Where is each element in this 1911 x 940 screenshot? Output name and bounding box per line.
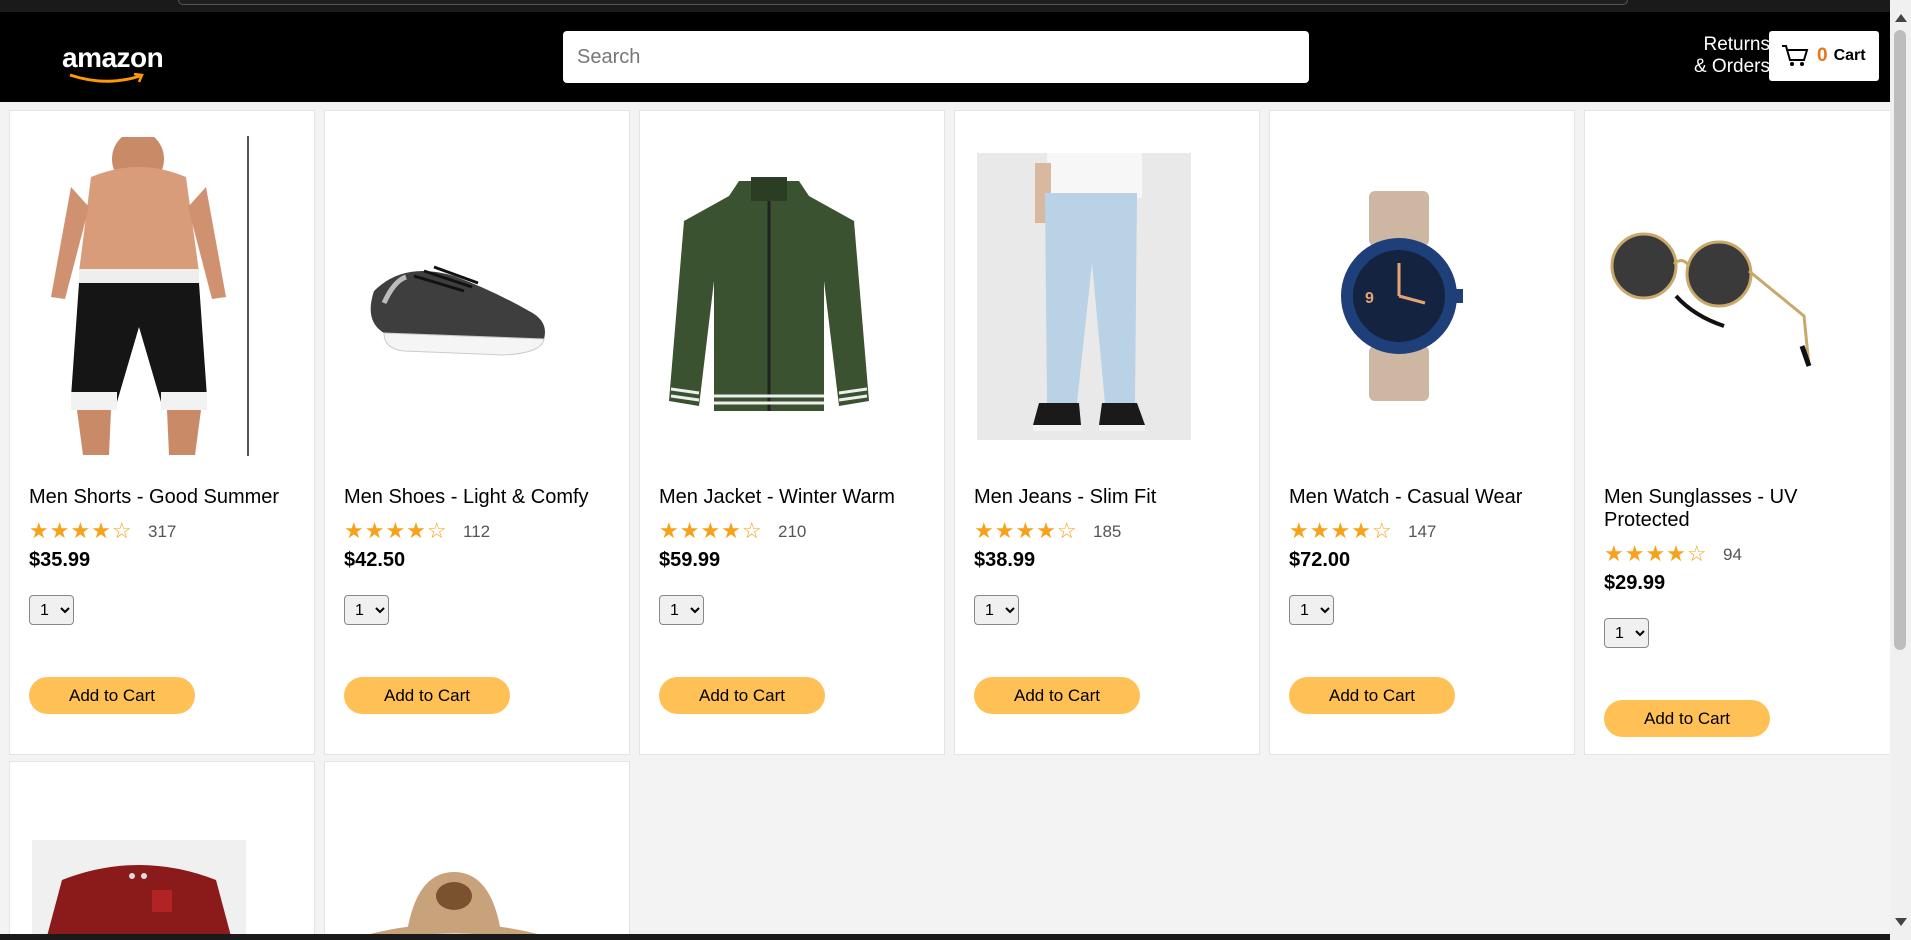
rating-count[interactable]: 317 <box>148 522 176 542</box>
quantity-select[interactable]: 1 <box>659 595 704 625</box>
add-to-cart-button[interactable]: Add to Cart <box>1604 700 1770 737</box>
vertical-scrollbar[interactable] <box>1890 0 1911 940</box>
product-card: Men Sunglasses - UV Protected ★★★★☆ 94 $… <box>1584 110 1891 755</box>
rating-count[interactable]: 94 <box>1723 545 1742 565</box>
quantity-select[interactable]: 1 <box>29 595 74 625</box>
top-scrollbar[interactable] <box>0 0 1911 12</box>
product-price: $38.99 <box>974 549 1036 571</box>
hat-image[interactable] <box>344 862 564 940</box>
product-name[interactable]: Men Watch - Casual Wear <box>1289 486 1559 509</box>
watch-image[interactable]: 9 <box>1289 136 1509 456</box>
add-to-cart-button[interactable]: Add to Cart <box>659 677 825 714</box>
quantity-select[interactable]: 1 <box>974 595 1019 625</box>
rating-count[interactable]: 185 <box>1093 522 1121 542</box>
shirt-image[interactable] <box>29 840 249 940</box>
product-name[interactable]: Men Shoes - Light & Comfy <box>344 486 614 509</box>
product-card: Men Shorts - Good Summer ★★★★☆ 317 $35.9… <box>9 110 315 755</box>
add-to-cart-button[interactable]: Add to Cart <box>974 677 1140 714</box>
shorts-image[interactable] <box>29 136 249 456</box>
quantity-select[interactable]: 1 <box>1289 595 1334 625</box>
jacket-image[interactable] <box>659 136 879 456</box>
product-name[interactable]: Men Jeans - Slim Fit <box>974 486 1244 509</box>
scroll-thumb[interactable] <box>1894 30 1906 650</box>
add-to-cart-button[interactable]: Add to Cart <box>344 677 510 714</box>
top-scrollbar-thumb[interactable] <box>178 0 1628 5</box>
add-to-cart-button[interactable]: Add to Cart <box>1289 677 1455 714</box>
product-price: $59.99 <box>659 549 721 571</box>
product-name[interactable]: Men Shorts - Good Summer <box>29 486 299 509</box>
product-card: Men Jacket - Winter Warm ★★★★☆ 210 $59.9… <box>639 110 945 755</box>
cart-label: Cart <box>1833 47 1866 64</box>
browser-window: amazon Returns & Orders 0 Cart <box>0 0 1911 940</box>
scroll-down-icon[interactable] <box>1895 918 1907 926</box>
quantity-select[interactable]: 1 <box>344 595 389 625</box>
rating-count[interactable]: 210 <box>778 522 806 542</box>
product-card <box>9 761 315 940</box>
rating-stars: ★★★★☆ <box>1289 518 1393 543</box>
rating-stars: ★★★★☆ <box>974 518 1078 543</box>
svg-text:9: 9 <box>1365 290 1374 307</box>
search-input[interactable] <box>563 31 1309 83</box>
amazon-logo[interactable]: amazon <box>62 42 164 83</box>
jeans-image[interactable] <box>974 136 1194 456</box>
rating-stars: ★★★★☆ <box>659 518 763 543</box>
rating-stars: ★★★★☆ <box>344 518 448 543</box>
product-card: Men Jeans - Slim Fit ★★★★☆ 185 $38.99 1 … <box>954 110 1260 755</box>
scroll-up-icon[interactable] <box>1895 14 1907 22</box>
returns-orders-link[interactable]: Returns & Orders <box>1670 34 1770 78</box>
product-card: 9 Men Watch - Casual Wear ★★★★☆ 147 $72.… <box>1269 110 1575 755</box>
site-header: amazon Returns & Orders 0 Cart <box>0 12 1890 102</box>
quantity-select[interactable]: 1 <box>1604 618 1649 648</box>
rating-count[interactable]: 147 <box>1408 522 1436 542</box>
product-name[interactable]: Men Sunglasses - UV Protected <box>1604 486 1874 532</box>
logo-smile-icon <box>69 73 144 83</box>
product-price: $35.99 <box>29 549 91 571</box>
sunglasses-image[interactable] <box>1604 136 1824 456</box>
returns-line1: Returns <box>1703 34 1770 55</box>
rating-count[interactable]: 112 <box>463 522 490 542</box>
cart-icon <box>1782 45 1809 66</box>
cart-count: 0 <box>1817 45 1828 66</box>
bottom-edge <box>0 934 1890 940</box>
rating-stars: ★★★★☆ <box>1604 541 1708 566</box>
product-card: Men Shoes - Light & Comfy ★★★★☆ 112 $42.… <box>324 110 630 755</box>
shoes-image[interactable] <box>344 136 564 456</box>
product-price: $72.00 <box>1289 549 1351 571</box>
product-name[interactable]: Men Jacket - Winter Warm <box>659 486 929 509</box>
product-card <box>324 761 630 940</box>
product-price: $42.50 <box>344 549 406 571</box>
add-to-cart-button[interactable]: Add to Cart <box>29 677 195 714</box>
cart-button[interactable]: 0 Cart <box>1769 31 1879 81</box>
logo-text: amazon <box>62 42 164 73</box>
returns-line2: & Orders <box>1693 56 1770 77</box>
product-price: $29.99 <box>1604 572 1666 594</box>
rating-stars: ★★★★☆ <box>29 518 133 543</box>
